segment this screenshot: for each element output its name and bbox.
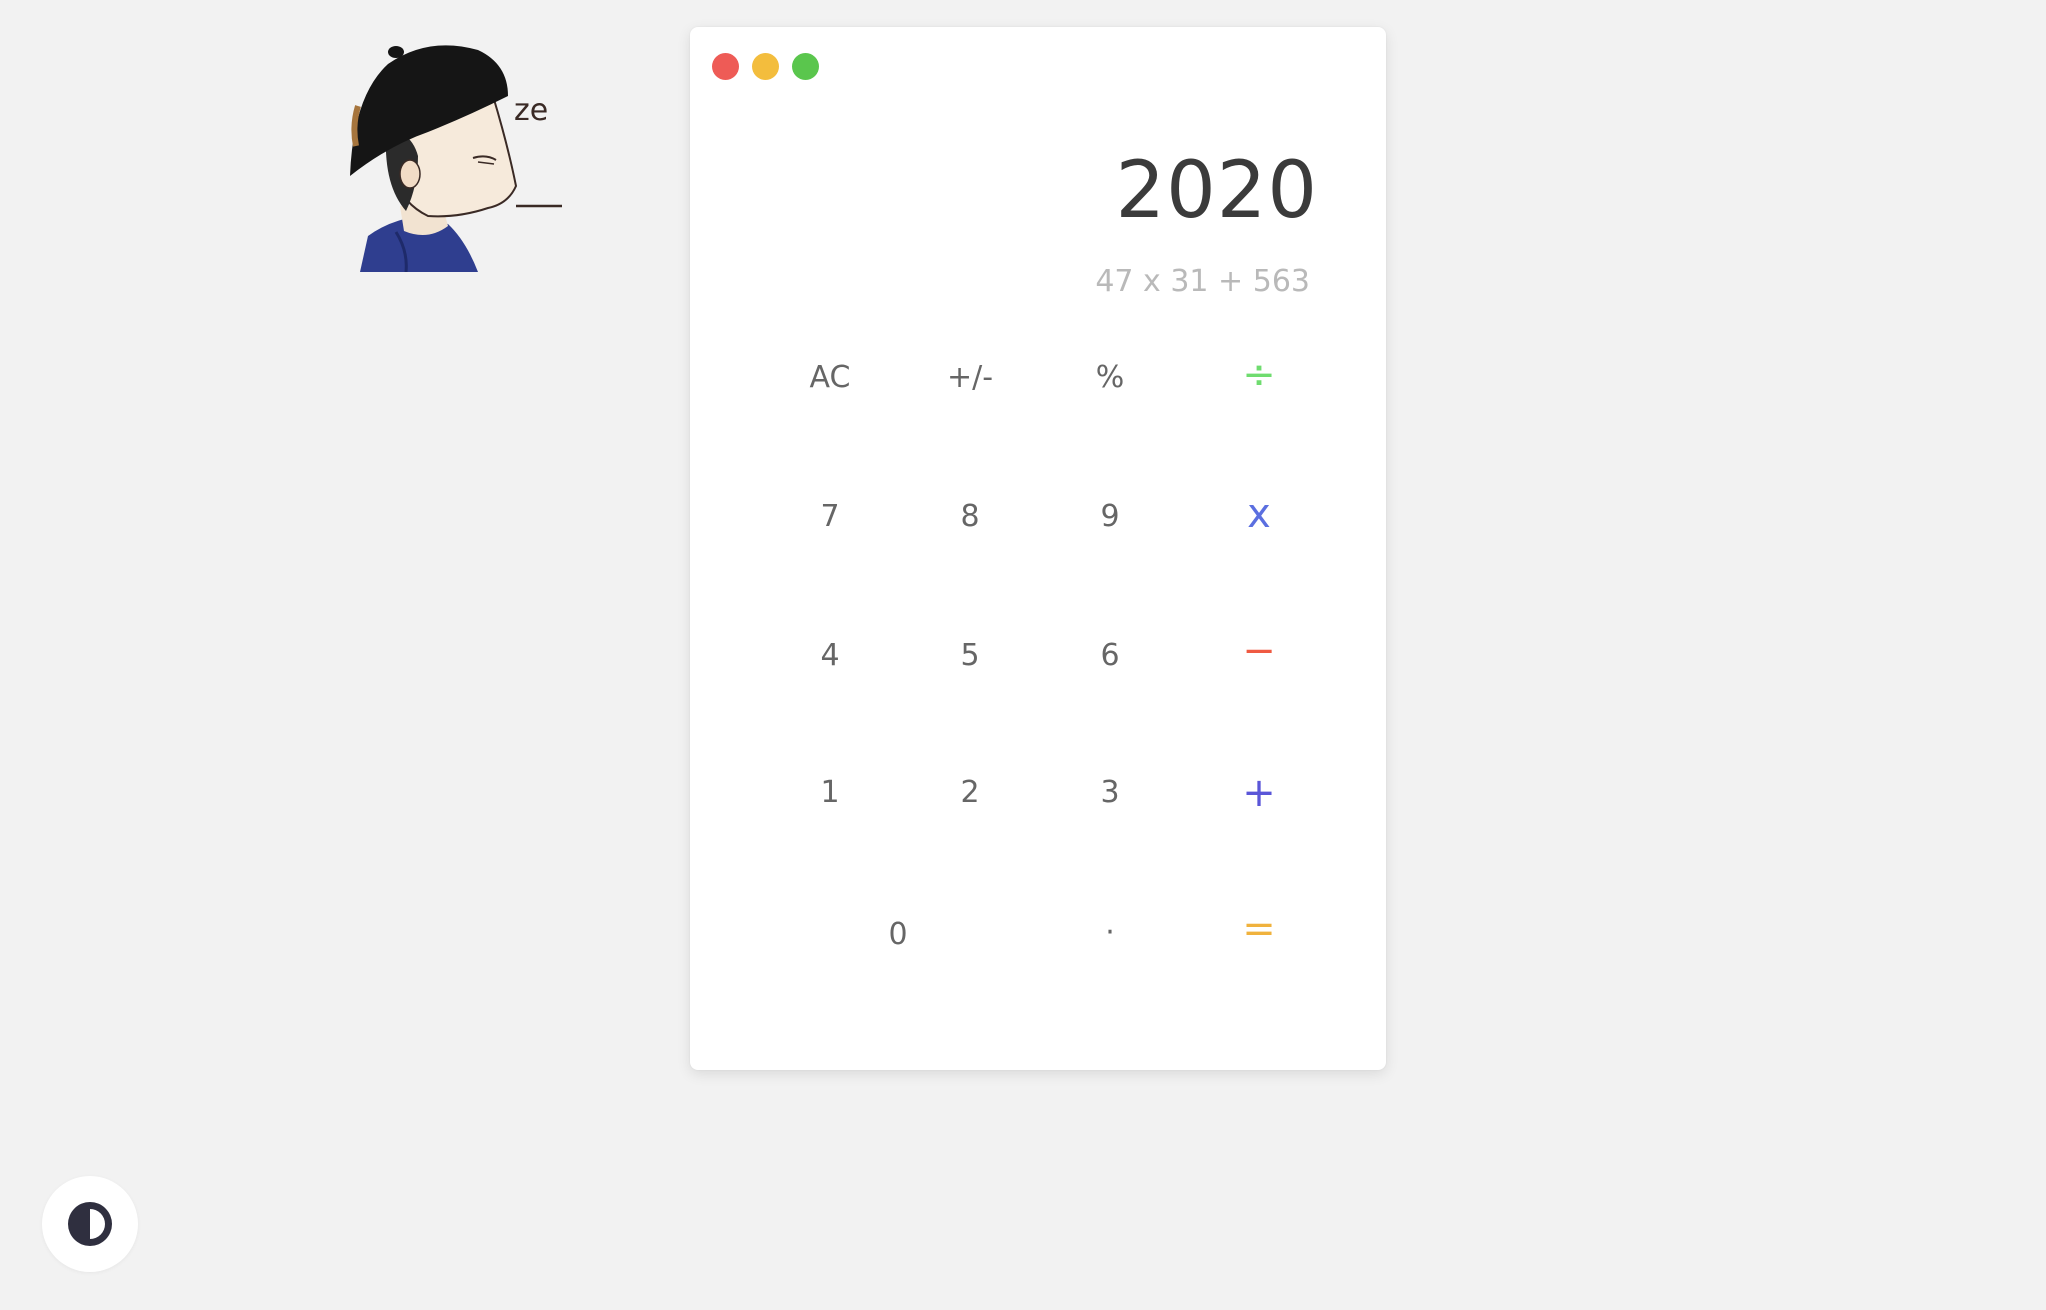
decimal-button[interactable]: · [1055, 892, 1165, 972]
window-controls [712, 53, 819, 80]
four-button[interactable]: 4 [775, 615, 885, 695]
minimize-button[interactable] [752, 53, 779, 80]
sign-toggle-button[interactable]: +/- [915, 337, 1025, 417]
percent-button[interactable]: % [1055, 337, 1165, 417]
minus-button[interactable]: − [1204, 611, 1314, 691]
two-button[interactable]: 2 [915, 752, 1025, 832]
ac-button[interactable]: AC [775, 337, 885, 417]
avatar-illustration: ze [350, 45, 562, 273]
avatar: ze [348, 36, 564, 273]
theme-toggle-button[interactable] [42, 1176, 138, 1272]
contrast-icon [68, 1202, 112, 1246]
calculator-window: 2020 47 x 31 + 563 AC +/- % ÷ 7 8 9 x 4 … [690, 27, 1386, 1070]
zero-button[interactable]: 0 [788, 894, 1008, 974]
plus-button[interactable]: + [1204, 753, 1314, 833]
expression-display: 47 x 31 + 563 [1095, 264, 1310, 299]
five-button[interactable]: 5 [915, 615, 1025, 695]
seven-button[interactable]: 7 [775, 476, 885, 556]
one-button[interactable]: 1 [775, 752, 885, 832]
multiply-button[interactable]: x [1204, 474, 1314, 554]
three-button[interactable]: 3 [1055, 752, 1165, 832]
divide-button[interactable]: ÷ [1204, 335, 1314, 415]
close-button[interactable] [712, 53, 739, 80]
six-button[interactable]: 6 [1055, 615, 1165, 695]
maximize-button[interactable] [792, 53, 819, 80]
avatar-caption: ze [514, 93, 548, 128]
equals-button[interactable]: = [1204, 889, 1314, 969]
nine-button[interactable]: 9 [1055, 476, 1165, 556]
eight-button[interactable]: 8 [915, 476, 1025, 556]
result-display: 2020 [1115, 146, 1318, 236]
